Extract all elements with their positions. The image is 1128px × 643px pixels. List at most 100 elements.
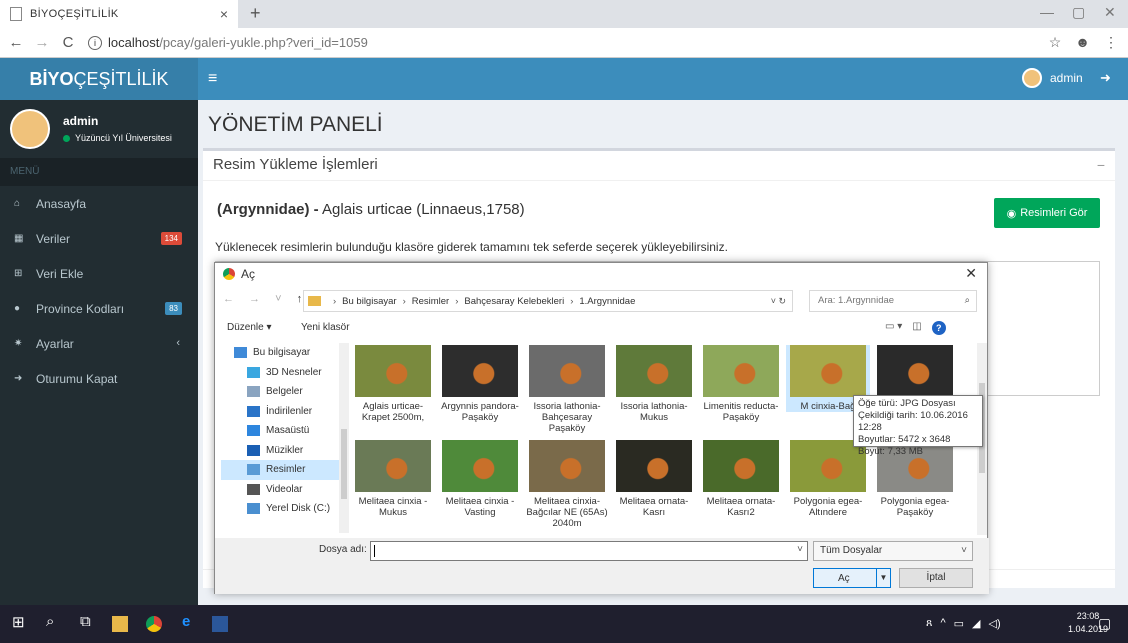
cancel-button[interactable]: İptal <box>899 568 973 588</box>
file-item[interactable]: Melitaea ornata-Kasrı2 <box>699 440 783 518</box>
file-item[interactable]: Melitaea cinxia -Vasting <box>438 440 522 518</box>
nav-item[interactable]: Yerel Disk (C:) <box>221 499 339 519</box>
view-images-button[interactable]: ◉ Resimleri Gör <box>994 198 1100 228</box>
breadcrumb-item[interactable]: Bu bilgisayar <box>342 296 396 307</box>
more-menu-icon[interactable]: ⋮ <box>1104 34 1118 51</box>
search-icon[interactable]: ⌕ <box>46 613 54 630</box>
sign-out-icon: ➜ <box>14 373 23 384</box>
text-caret <box>374 545 375 557</box>
folder-icon <box>247 444 260 456</box>
chevron-down-icon[interactable]: ˅ <box>797 544 803 555</box>
open-button[interactable]: Aç ▼ <box>813 568 891 588</box>
breadcrumb-separator: › <box>333 295 337 307</box>
reload-icon[interactable]: C <box>58 34 78 51</box>
menu-toggle-icon[interactable]: ≡ <box>208 70 217 88</box>
app-logo[interactable]: BİYO ÇEŞİTLİLİK <box>0 58 198 100</box>
sidebar-item-oturumu-kapat[interactable]: ➜ Oturumu Kapat <box>0 361 198 396</box>
system-tray[interactable]: ጸ ^ ▭ ◢ ◁) <box>926 617 1001 630</box>
sidebar-item-veri-ekle[interactable]: ⊞ Veri Ekle <box>0 256 198 291</box>
file-item[interactable]: Issoria lathonia-Bahçesaray Paşaköy <box>525 345 609 434</box>
sidebar-item-veriler[interactable]: ▦ Veriler 134 <box>0 221 198 256</box>
task-view-icon[interactable]: ⧉ <box>80 613 91 630</box>
nav-item-label: Belgeler <box>266 386 303 398</box>
tab-close-icon[interactable]: × <box>220 6 228 22</box>
info-icon[interactable]: i <box>88 35 102 50</box>
signout-icon[interactable]: ➜ <box>1100 70 1111 86</box>
people-icon[interactable]: ጸ <box>926 617 932 630</box>
breadcrumb-item[interactable]: Bahçesaray Kelebekleri <box>464 296 564 307</box>
url-field[interactable]: i localhost /pcay/galeri-yukle.php?veri_… <box>88 35 368 50</box>
windows-start-icon[interactable]: ⊞ <box>12 613 25 631</box>
dialog-toolbar: Düzenle ▾ Yeni klasör ▭ ▾ ◫ ? <box>215 319 989 339</box>
profile-icon[interactable]: ☻ <box>1075 34 1090 51</box>
minimize-icon[interactable]: — <box>1040 4 1054 20</box>
file-explorer-icon[interactable] <box>112 616 128 632</box>
nav-scrollbar[interactable] <box>339 343 349 533</box>
nav-item[interactable]: Müzikler <box>221 441 339 461</box>
nav-item[interactable]: Bu bilgisayar <box>221 343 339 363</box>
dialog-nav-arrows[interactable]: ← → ˅ ↑ <box>223 293 308 305</box>
volume-icon[interactable]: ◁) <box>989 617 1001 630</box>
window-close-icon[interactable]: ✕ <box>1104 4 1116 21</box>
sidebar-item-province-kodlar-[interactable]: ● Province Kodları 83 <box>0 291 198 326</box>
file-item[interactable]: Issoria lathonia-Mukus <box>612 345 696 423</box>
nav-item[interactable]: İndirilenler <box>221 402 339 422</box>
sidebar-item-label: Veri Ekle <box>36 266 84 281</box>
url-path: /pcay/galeri-yukle.php?veri_id=1059 <box>159 35 368 50</box>
nav-item[interactable]: 3D Nesneler <box>221 363 339 383</box>
open-split-arrow[interactable]: ▼ <box>876 569 890 587</box>
maximize-icon[interactable]: ▢ <box>1072 4 1085 21</box>
dialog-close-icon[interactable]: ✕ <box>965 265 977 282</box>
breadcrumb-separator: › <box>455 295 459 307</box>
network-icon[interactable]: ◢ <box>972 617 980 630</box>
top-username[interactable]: admin <box>1050 71 1083 85</box>
chrome-icon <box>223 268 235 280</box>
sidebar-item-ayarlar[interactable]: ✷ Ayarlar ‹ <box>0 326 198 361</box>
image-thumbnail <box>355 345 431 397</box>
breadcrumb-item[interactable]: 1.Argynnidae <box>579 296 635 307</box>
nav-item[interactable]: Resimler <box>221 460 339 480</box>
bookmark-star-icon[interactable]: ☆ <box>1049 34 1062 51</box>
battery-icon[interactable]: ▭ <box>954 617 964 630</box>
breadcrumb[interactable]: › Bu bilgisayar › Resimler › Bahçesaray Keleb… <box>303 290 793 312</box>
edge-icon[interactable]: e <box>182 613 190 630</box>
forward-icon[interactable]: → <box>32 34 52 51</box>
image-thumbnail <box>703 345 779 397</box>
file-item[interactable]: Melitaea cinxia-Bağcılar NE (65As) 2040m <box>525 440 609 529</box>
browser-tab[interactable]: BİYOÇEŞİTLİLİK × <box>0 0 238 28</box>
sidebar-item-anasayfa[interactable]: ⌂ Anasayfa <box>0 186 198 221</box>
file-item[interactable]: Aglais urticae-Krapet 2500m, <box>351 345 435 423</box>
view-options-icon[interactable]: ▭ ▾ <box>885 321 902 335</box>
nav-scroll-thumb[interactable] <box>341 429 347 499</box>
chrome-taskbar-icon[interactable] <box>146 616 162 632</box>
file-item[interactable] <box>873 345 957 401</box>
tray-chevron-icon[interactable]: ^ <box>940 617 945 630</box>
top-avatar[interactable] <box>1022 68 1042 88</box>
file-item[interactable]: Melitaea cinxia -Mukus <box>351 440 435 518</box>
collapse-button[interactable]: − <box>1097 151 1105 179</box>
back-icon[interactable]: ← <box>6 34 26 51</box>
file-type-select[interactable]: Tüm Dosyalar ˅ <box>813 541 973 561</box>
word-icon[interactable] <box>212 616 228 632</box>
help-icon[interactable]: ? <box>931 321 946 335</box>
file-name: Polygonia egea-Paşaköy <box>880 496 950 518</box>
file-item[interactable]: Melitaea ornata-Kasrı <box>612 440 696 518</box>
path-dropdown-refresh[interactable]: ˅ ↻ <box>771 296 786 307</box>
breadcrumb-item[interactable]: Resimler <box>412 296 449 307</box>
organize-button[interactable]: Düzenle ▾ <box>227 322 272 333</box>
nav-item[interactable]: Videolar <box>221 480 339 500</box>
nav-item[interactable]: Belgeler <box>221 382 339 402</box>
file-item[interactable]: Limenitis reducta-Paşaköy <box>699 345 783 423</box>
tooltip-line: Çekildiği tarih: 10.06.2016 12:28 <box>858 410 968 433</box>
notification-icon[interactable]: ▢ <box>1098 615 1111 632</box>
nav-item[interactable]: Masaüstü <box>221 421 339 441</box>
preview-pane-icon[interactable]: ◫ <box>912 321 921 335</box>
new-tab-button[interactable]: + <box>250 3 261 24</box>
file-item[interactable]: Argynnis pandora-Paşaköy <box>438 345 522 423</box>
species-heading: (Argynnidae) - Aglais urticae (Linnaeus,… <box>217 201 525 218</box>
new-folder-button[interactable]: Yeni klasör <box>301 322 350 333</box>
dialog-search-input[interactable]: Ara: 1.Argynnidae ⌕ <box>809 290 977 312</box>
nav-item-label: Masaüstü <box>266 425 310 437</box>
file-name: Limenitis reducta-Paşaköy <box>703 401 779 423</box>
file-name-input[interactable]: ˅ <box>370 541 808 561</box>
